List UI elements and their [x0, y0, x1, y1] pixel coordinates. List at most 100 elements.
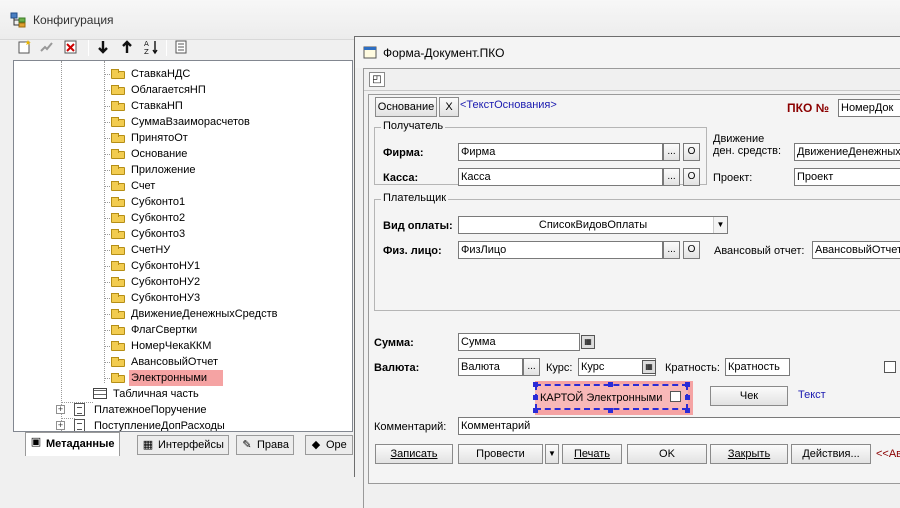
tab-rights[interactable]: ✎ Права: [236, 435, 294, 455]
tree-item-requisite[interactable]: Субконто2: [111, 210, 311, 226]
sort-icon[interactable]: AZ: [142, 39, 160, 57]
advance-report-field[interactable]: АвансовыйОтчет: [812, 241, 900, 259]
tree-item-label: АвансовыйОтчет: [131, 356, 219, 368]
kassa-select-button[interactable]: ...: [663, 168, 680, 186]
tree-item-requisite[interactable]: ДвижениеДенежныхСредств: [111, 306, 311, 322]
tree-item-requisite[interactable]: СубконтоНУ1: [111, 258, 311, 274]
selection-handle[interactable]: [685, 395, 690, 400]
tree-item-requisite[interactable]: НомерЧекаККМ: [111, 338, 311, 354]
person-open-button[interactable]: О: [683, 241, 700, 259]
requisite-icon: [111, 229, 125, 239]
kassa-open-button[interactable]: О: [683, 168, 700, 186]
save-button[interactable]: Записать: [375, 444, 453, 464]
tree-item-requisite[interactable]: СтавкаНДС: [111, 66, 311, 82]
tree-item-requisite[interactable]: СубконтоНУ3: [111, 290, 311, 306]
dialog-icon[interactable]: ◰: [369, 72, 385, 87]
post-dropdown-button[interactable]: ▼: [545, 444, 559, 464]
doc-number-field[interactable]: НомерДок: [838, 99, 900, 117]
tree-item-requisite[interactable]: Субконто3: [111, 226, 311, 242]
kassa-field[interactable]: Касса: [458, 168, 663, 186]
metadata-tree[interactable]: СтавкаНДС ОблагаетсяНП СтавкаНП СуммаВзаимо…: [13, 60, 353, 432]
tab-interfaces[interactable]: ▦ Интерфейсы: [137, 435, 229, 455]
form-title: Форма-Документ.ПКО: [383, 46, 505, 60]
chevron-down-icon[interactable]: ▼: [713, 217, 727, 233]
configuration-title-bar: Конфигурация: [0, 0, 900, 40]
tab-metadata[interactable]: ▣ Метаданные: [25, 432, 120, 456]
delete-icon[interactable]: [62, 39, 80, 57]
actions-button[interactable]: Действия...: [791, 444, 871, 464]
card-checkbox[interactable]: [670, 391, 681, 402]
selection-handle[interactable]: [608, 408, 613, 413]
requisite-icon: [111, 261, 125, 271]
requisite-icon: [111, 293, 125, 303]
post-button[interactable]: Провести: [458, 444, 543, 464]
tree-item-requisite[interactable]: ПринятоОт: [111, 130, 311, 146]
dds-field[interactable]: ДвижениеДенежных: [794, 143, 900, 161]
clear-osnovanie-button[interactable]: X: [439, 97, 459, 117]
selection-handle[interactable]: [685, 408, 690, 413]
card-checkbox-control[interactable]: КАРТОЙ Электронными: [535, 384, 688, 410]
tree-item-requisite[interactable]: Субконто1: [111, 194, 311, 210]
selection-handle[interactable]: [533, 382, 538, 387]
tree-item-requisite[interactable]: Основание: [111, 146, 311, 162]
selection-handle[interactable]: [685, 382, 690, 387]
calculator-icon[interactable]: ▦: [642, 360, 656, 374]
tree-item-label: ПринятоОт: [131, 132, 188, 144]
payment-type-select[interactable]: СписокВидовОплаты ▼: [458, 216, 728, 234]
requisite-icon: [111, 69, 125, 79]
tab-other[interactable]: ◆ Оре: [305, 435, 353, 455]
document-icon: [74, 403, 85, 416]
tree-item-requisite[interactable]: СубконтоНУ2: [111, 274, 311, 290]
tree-item-label: Основание: [131, 148, 188, 160]
description-icon[interactable]: [172, 39, 190, 57]
selection-handle[interactable]: [533, 395, 538, 400]
tree-item-requisite[interactable]: Электронными: [111, 370, 311, 386]
tree-item-requisite[interactable]: СуммаВзаиморасчетов: [111, 114, 311, 130]
firma-select-button[interactable]: ...: [663, 143, 680, 161]
selection-handle[interactable]: [608, 382, 613, 387]
currency-select-button[interactable]: ...: [523, 358, 540, 376]
more-link[interactable]: <<Ав: [876, 446, 900, 462]
close-button[interactable]: Закрыть: [710, 444, 788, 464]
print-button[interactable]: Печать: [562, 444, 622, 464]
properties-icon[interactable]: [38, 39, 56, 57]
firma-field[interactable]: Фирма: [458, 143, 663, 161]
move-down-icon[interactable]: [94, 39, 112, 57]
tree-item-label: ФлагСвертки: [131, 324, 198, 336]
tree-item-requisite[interactable]: Приложение: [111, 162, 311, 178]
osnovanie-button[interactable]: Основание: [375, 97, 437, 117]
check-button[interactable]: Чек: [710, 386, 788, 406]
tree-item-requisite[interactable]: Счет: [111, 178, 311, 194]
tree-item-requisite[interactable]: АвансовыйОтчет: [111, 354, 311, 370]
person-select-button[interactable]: ...: [663, 241, 680, 259]
move-up-icon[interactable]: [118, 39, 136, 57]
tree-item-table-part[interactable]: Табличная часть: [93, 386, 273, 402]
tree-item-requisite[interactable]: ФлагСвертки: [111, 322, 311, 338]
comment-field[interactable]: Комментарий: [458, 417, 900, 435]
tree-item-requisite[interactable]: ОблагаетсяНП: [111, 82, 311, 98]
form-icon: [363, 46, 379, 60]
tree-item-document[interactable]: + ПоступлениеДопРасходы: [56, 418, 256, 431]
person-field[interactable]: ФизЛицо: [458, 241, 663, 259]
tree-item-label: Счет: [131, 180, 156, 192]
selection-handle[interactable]: [533, 408, 538, 413]
tree-item-document[interactable]: + ПлатежноеПоручение: [56, 402, 256, 418]
extra-checkbox[interactable]: [884, 361, 896, 373]
new-item-icon[interactable]: [16, 39, 34, 57]
toolbar-separator: [166, 40, 167, 56]
expand-icon[interactable]: +: [56, 405, 65, 414]
expand-icon[interactable]: +: [56, 421, 65, 430]
advance-report-label: Авансовый отчет:: [714, 245, 805, 257]
tree-item-label: ОблагаетсяНП: [131, 84, 206, 96]
sum-field[interactable]: Сумма: [458, 333, 580, 351]
payment-type-label: Вид оплаты:: [383, 220, 453, 232]
firma-open-button[interactable]: О: [683, 143, 700, 161]
project-field[interactable]: Проект: [794, 168, 900, 186]
currency-field[interactable]: Валюта: [458, 358, 523, 376]
multiplicity-field[interactable]: Кратность: [725, 358, 790, 376]
tree-item-requisite[interactable]: СтавкаНП: [111, 98, 311, 114]
ok-button[interactable]: OK: [627, 444, 707, 464]
tree-item-requisite[interactable]: СчетНУ: [111, 242, 311, 258]
calculator-icon[interactable]: ▦: [581, 335, 595, 349]
form-editor: ◰ Основание X <ТекстОснования> ПКО № Ном…: [363, 68, 900, 508]
